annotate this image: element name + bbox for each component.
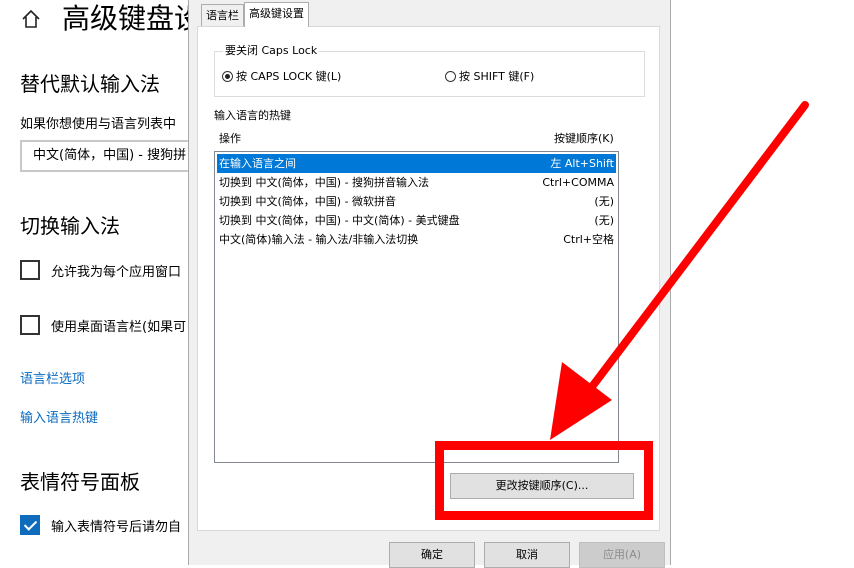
tab-language-bar[interactable]: 语言栏 [201, 4, 244, 27]
page-title: 高级键盘设 [62, 2, 203, 35]
per-app-window-checkbox[interactable]: 允许我为每个应用窗口 [20, 260, 181, 280]
radio-selected-icon[interactable] [222, 70, 233, 82]
override-section-title: 替代默认输入法 [20, 72, 160, 96]
cancel-button[interactable]: 取消 [484, 542, 570, 568]
apply-button[interactable]: 应用(A) [579, 542, 665, 568]
tab-strip: 语言栏 高级键设置 [201, 2, 309, 27]
per-app-window-label: 允许我为每个应用窗口 [51, 264, 182, 280]
emoji-checkbox[interactable]: 输入表情符号后请勿自 [20, 515, 181, 535]
shift-key-radio[interactable]: 按 SHIFT 键(F) [445, 68, 534, 84]
hotkey-row-action: 中文(简体)输入法 - 输入法/非输入法切换 [219, 233, 419, 246]
caps-lock-key-radio[interactable]: 按 CAPS LOCK 键(L) [222, 68, 341, 84]
annotation-arrow-icon [550, 101, 809, 440]
language-bar-options-link[interactable]: 语言栏选项 [20, 368, 85, 387]
radio-unselected-icon[interactable] [445, 70, 456, 82]
home-icon[interactable] [20, 8, 42, 30]
shift-key-label: 按 SHIFT 键(F) [459, 70, 535, 83]
annotation-highlight-box [435, 441, 653, 520]
ok-button[interactable]: 确定 [389, 542, 475, 568]
hotkey-row-action: 在输入语言之间 [219, 157, 296, 170]
emoji-checkbox-label: 输入表情符号后请勿自 [51, 519, 182, 535]
caps-lock-group: 要关闭 Caps Lock 按 CAPS LOCK 键(L) 按 SHIFT 键… [214, 44, 645, 97]
checkbox-box[interactable] [20, 260, 40, 280]
desktop-language-bar-label: 使用桌面语言栏(如果可 [51, 319, 187, 335]
tab-advanced-key-settings[interactable]: 高级键设置 [244, 2, 309, 27]
override-description: 如果你想使用与语言列表中 [20, 117, 177, 132]
checkbox-box-checked[interactable] [20, 515, 40, 535]
hotkey-row-action: 切换到 中文(简体，中国) - 搜狗拼音输入法 [219, 176, 430, 189]
desktop-language-bar-checkbox[interactable]: 使用桌面语言栏(如果可 [20, 315, 186, 335]
hotkeys-group-legend: 输入语言的热键 [212, 109, 293, 123]
column-header-action: 操作 [219, 132, 241, 145]
checkbox-box[interactable] [20, 315, 40, 335]
hotkey-row-action: 切换到 中文(简体，中国) - 中文(简体) - 美式键盘 [219, 214, 460, 227]
caps-lock-group-legend: 要关闭 Caps Lock [223, 44, 320, 58]
hotkey-row-action: 切换到 中文(简体，中国) - 微软拼音 [219, 195, 397, 208]
input-language-hotkeys-link[interactable]: 输入语言热键 [20, 407, 98, 426]
emoji-section-title: 表情符号面板 [20, 470, 140, 494]
switch-section-title: 切换输入法 [20, 214, 120, 238]
caps-lock-key-label: 按 CAPS LOCK 键(L) [236, 70, 342, 83]
